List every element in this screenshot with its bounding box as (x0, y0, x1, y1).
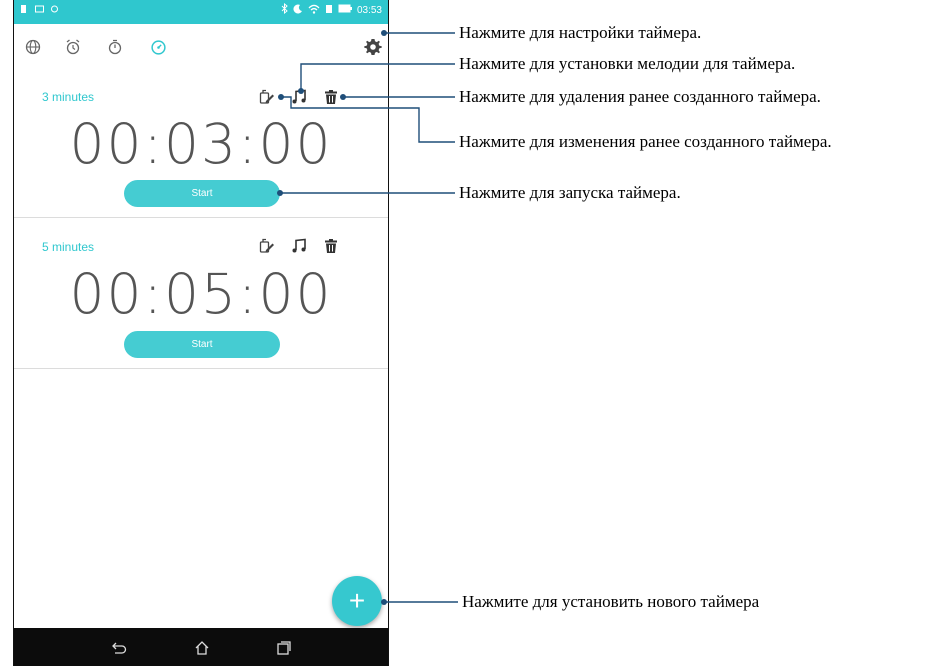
callout-start: Нажмите для запуска таймера. (459, 183, 681, 202)
callout-dot (340, 94, 346, 100)
edit-callout-line (281, 96, 455, 143)
callout-dot (381, 599, 387, 605)
callout-dot (277, 190, 283, 196)
callout-ringtone: Нажмите для установки мелодии для таймер… (459, 54, 796, 73)
callout-dot (381, 30, 387, 36)
ringtone-callout-line (300, 63, 455, 91)
callout-settings: Нажмите для настройки таймера. (459, 23, 702, 42)
callout-delete: Нажмите для удаления ранее созданного та… (459, 87, 821, 106)
callout-add: Нажмите для установить нового таймера (462, 592, 760, 611)
callout-edit: Нажмите для изменения ранее созданного т… (459, 132, 832, 151)
callout-dot (298, 88, 304, 94)
callout-dot (278, 94, 284, 100)
